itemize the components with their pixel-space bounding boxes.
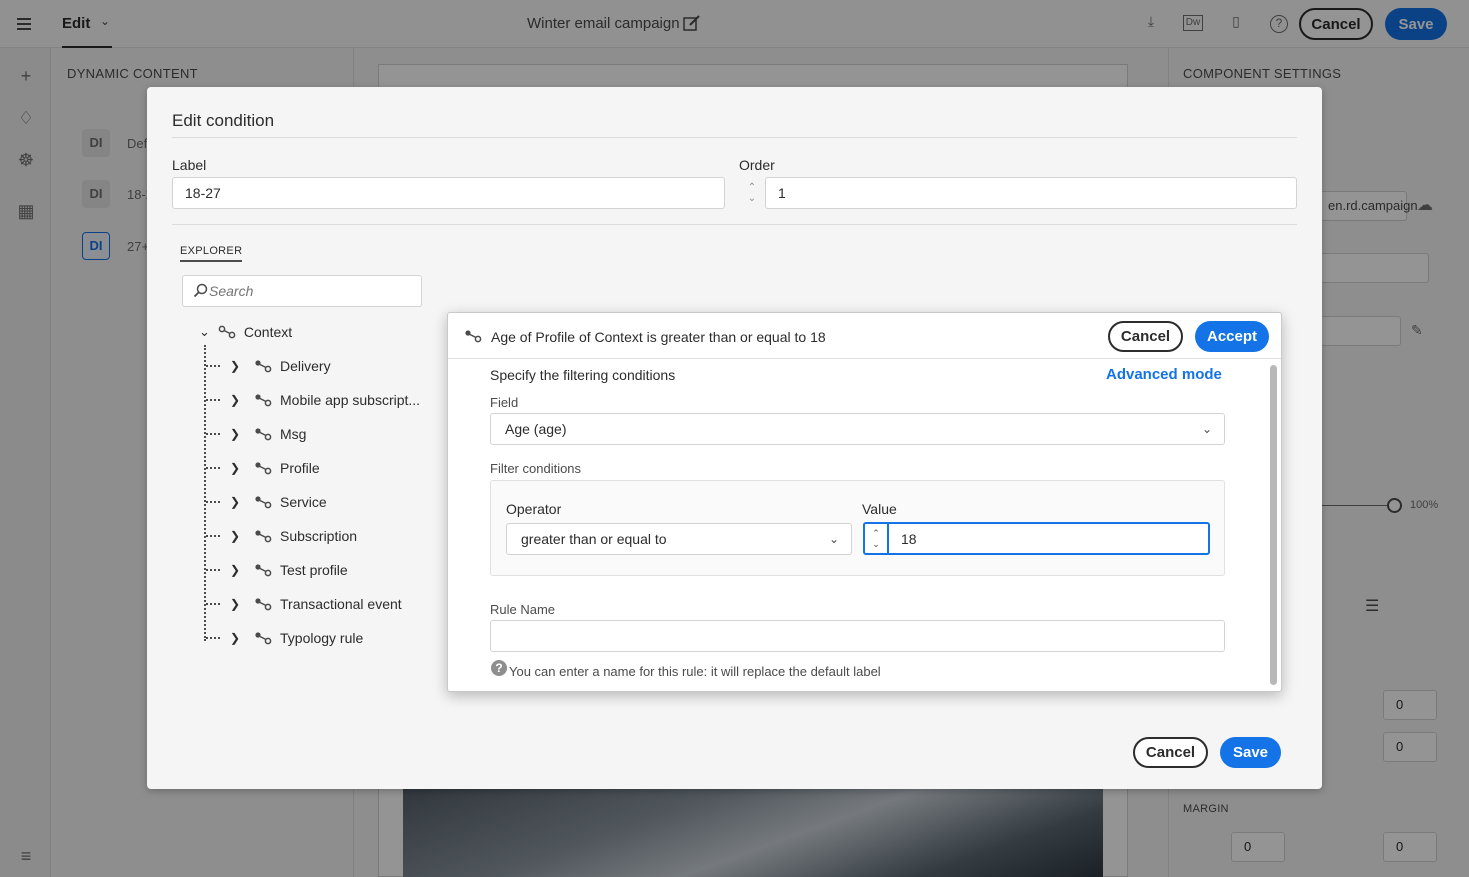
tree-item-label: Mobile app subscript... — [280, 392, 421, 408]
tree-item[interactable]: ❯ Msg — [206, 424, 306, 444]
explorer-search[interactable] — [182, 275, 422, 307]
tree-item-label: Msg — [280, 426, 307, 442]
chevron-down-icon[interactable]: ⌄ — [199, 324, 210, 340]
tree-item-label: Subscription — [280, 528, 358, 544]
chevron-right-icon[interactable]: ❯ — [230, 495, 240, 509]
cancel-button[interactable]: Cancel — [1133, 737, 1208, 768]
link-icon — [255, 564, 272, 577]
chevron-right-icon[interactable]: ❯ — [230, 359, 240, 373]
advanced-mode-link[interactable]: Advanced mode — [1106, 366, 1222, 383]
filter-conditions-box: Operator greater than or equal to ⌄ Valu… — [490, 480, 1225, 576]
rule-name-input[interactable] — [490, 620, 1225, 652]
help-icon: ? — [491, 660, 507, 676]
chevron-right-icon[interactable]: ❯ — [230, 427, 240, 441]
modal-title: Edit condition — [172, 111, 275, 130]
tree-root-context[interactable]: ⌄ Context — [199, 322, 292, 342]
chevron-right-icon[interactable]: ❯ — [230, 529, 240, 543]
specify-heading: Specify the filtering conditions — [490, 367, 676, 383]
search-input[interactable] — [209, 276, 409, 306]
divider — [172, 224, 1297, 225]
tree-connector — [206, 433, 220, 435]
field-caption: Field — [490, 395, 519, 410]
scrollbar-thumb[interactable] — [1270, 365, 1277, 685]
tree-connector — [206, 637, 220, 639]
save-button[interactable]: Save — [1220, 737, 1281, 768]
order-stepper[interactable]: ⌃ ⌄ — [741, 177, 763, 209]
tree-item[interactable]: ❯ Transactional event — [206, 594, 402, 614]
order-input[interactable]: 1 — [765, 177, 1297, 209]
field-select-value: Age (age) — [505, 421, 567, 437]
tree-item-label: Typology rule — [280, 630, 364, 646]
divider — [172, 137, 1297, 138]
condition-summary: Age of Profile of Context is greater tha… — [491, 329, 826, 345]
link-icon — [255, 530, 272, 543]
accept-button[interactable]: Accept — [1195, 321, 1269, 352]
link-icon — [255, 428, 272, 441]
value-field[interactable]: ⌃ ⌄ — [863, 522, 1210, 555]
tree-connector — [206, 569, 220, 571]
tree-item[interactable]: ❯ Mobile app subscript... — [206, 390, 420, 410]
chevron-right-icon[interactable]: ❯ — [230, 461, 240, 475]
tree-item[interactable]: ❯ Profile — [206, 458, 320, 478]
link-icon — [465, 330, 482, 343]
rule-name-caption: Rule Name — [490, 602, 556, 617]
chevron-right-icon[interactable]: ❯ — [230, 563, 240, 577]
rule-name-help-text: You can enter a name for this rule: it w… — [509, 664, 881, 679]
search-icon — [193, 283, 208, 298]
link-icon — [255, 360, 272, 373]
filter-condition-dialog: Age of Profile of Context is greater tha… — [447, 312, 1282, 692]
value-input[interactable] — [901, 524, 1181, 553]
label-input[interactable]: 18-27 — [172, 177, 725, 209]
tree-connector — [206, 365, 220, 367]
operator-select[interactable]: greater than or equal to ⌄ — [506, 523, 852, 555]
tab-explorer[interactable]: EXPLORER — [180, 245, 243, 262]
tree-item[interactable]: ❯ Subscription — [206, 526, 357, 546]
tree-connector — [206, 603, 220, 605]
link-icon — [255, 462, 272, 475]
link-icon — [255, 394, 272, 407]
tree-item-label: Delivery — [280, 358, 331, 374]
value-stepper[interactable]: ⌃ ⌄ — [865, 524, 889, 553]
tree-item-label: Transactional event — [280, 596, 402, 612]
link-icon — [218, 325, 236, 339]
tree-item-label: Service — [280, 494, 327, 510]
filter-conditions-caption: Filter conditions — [490, 461, 582, 476]
chevron-right-icon[interactable]: ❯ — [230, 597, 240, 611]
tree-item[interactable]: ❯ Test profile — [206, 560, 348, 580]
tree-connector — [206, 399, 220, 401]
dialog-header: Age of Profile of Context is greater tha… — [448, 313, 1281, 359]
tree-item[interactable]: ❯ Delivery — [206, 356, 331, 376]
value-caption: Value — [862, 501, 897, 517]
cancel-button[interactable]: Cancel — [1108, 321, 1183, 352]
operator-select-value: greater than or equal to — [521, 531, 667, 547]
tree-connector — [206, 501, 220, 503]
tree-item-label: Test profile — [280, 562, 348, 578]
tree-connector — [206, 535, 220, 537]
chevron-right-icon[interactable]: ❯ — [230, 631, 240, 645]
link-icon — [255, 496, 272, 509]
operator-caption: Operator — [506, 501, 562, 517]
link-icon — [255, 598, 272, 611]
chevron-down-icon: ⌄ — [828, 532, 839, 546]
field-select[interactable]: Age (age) ⌄ — [490, 413, 1225, 445]
order-caption: Order — [739, 157, 775, 173]
tree-item[interactable]: ❯ Typology rule — [206, 628, 363, 648]
tree-item-label: Profile — [280, 460, 320, 476]
label-caption: Label — [172, 157, 207, 173]
tree-item[interactable]: ❯ Service — [206, 492, 327, 512]
tree-root-label: Context — [243, 324, 293, 340]
chevron-down-icon: ⌄ — [1201, 422, 1212, 436]
chevron-right-icon[interactable]: ❯ — [230, 393, 240, 407]
link-icon — [255, 632, 272, 645]
dialog-scrollbar[interactable] — [1269, 363, 1278, 687]
tree-connector — [206, 467, 220, 469]
